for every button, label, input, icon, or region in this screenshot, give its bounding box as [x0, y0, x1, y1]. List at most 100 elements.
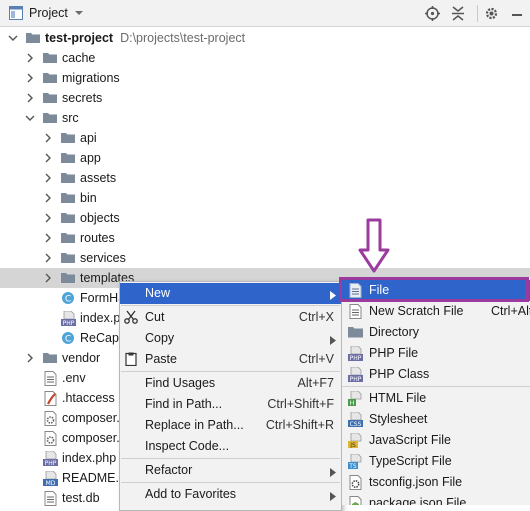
folder-icon: [61, 131, 75, 145]
chevron-right-icon[interactable]: [42, 152, 54, 164]
menu-item-find-usages[interactable]: Find Usages Alt+F7: [120, 373, 341, 394]
chevron-right-icon[interactable]: [24, 92, 36, 104]
folder-icon: [61, 151, 75, 165]
php-class-icon: PHP: [348, 366, 363, 383]
menu-item-label: Find in Path...: [145, 397, 223, 411]
menu-item-shortcut: Ctrl+Shift+R: [265, 418, 334, 432]
tree-item-label: migrations: [62, 71, 120, 85]
project-view-title[interactable]: Project: [29, 6, 68, 20]
menu-item-label: Replace in Path...: [145, 418, 244, 432]
tree-item-label: assets: [80, 171, 117, 185]
collapse-all-icon[interactable]: [451, 6, 465, 24]
tree-item-secrets[interactable]: secrets: [0, 88, 530, 108]
tree-item-bin[interactable]: bin: [0, 188, 530, 208]
menu-item-new[interactable]: New: [120, 283, 341, 304]
project-view-icon[interactable]: [9, 6, 23, 23]
menu-item-add-to-favorites[interactable]: Add to Favorites: [120, 484, 341, 505]
scratch-file-icon: [348, 304, 363, 319]
tree-item-services[interactable]: services: [0, 248, 530, 268]
chevron-right-icon[interactable]: [42, 172, 54, 184]
chevron-right-icon[interactable]: [42, 192, 54, 204]
chevron-right-icon[interactable]: [42, 252, 54, 264]
menu-item-label: Paste: [145, 352, 177, 366]
menu-item-shortcut: Alt+F7: [297, 376, 334, 390]
submenu-item-tsconfig-file[interactable]: tsconfig.json File: [342, 472, 530, 493]
submenu-item-typescript-file[interactable]: TS TypeScript File: [342, 451, 530, 472]
chevron-right-icon[interactable]: [42, 272, 54, 284]
chevron-down-icon[interactable]: [24, 112, 36, 124]
tree-item-app[interactable]: app: [0, 148, 530, 168]
tree-item-label: bin: [80, 191, 97, 205]
chevron-right-icon[interactable]: [24, 72, 36, 84]
tree-item-label: api: [80, 131, 97, 145]
menu-item-paste[interactable]: Paste Ctrl+V: [120, 349, 341, 370]
menu-item-copy[interactable]: Copy: [120, 328, 341, 349]
menu-item-inspect-code[interactable]: Inspect Code...: [120, 436, 341, 457]
submenu-item-javascript-file[interactable]: JS JavaScript File: [342, 430, 530, 451]
menu-item-label: New: [145, 286, 171, 300]
tree-item-label: ReCapt: [80, 331, 123, 345]
menu-item-refactor[interactable]: Refactor: [120, 460, 341, 481]
svg-text:PHP: PHP: [63, 320, 75, 326]
tree-item-label: secrets: [62, 91, 103, 105]
chevron-right-icon[interactable]: [42, 212, 54, 224]
submenu-item-shortcut: Ctrl+Alt: [491, 304, 530, 318]
submenu-item-new-scratch-file[interactable]: New Scratch File Ctrl+Alt: [342, 301, 530, 322]
chevron-right-icon[interactable]: [24, 52, 36, 64]
vertical-separator: [477, 5, 479, 25]
menu-item-label: Copy: [145, 331, 175, 345]
submenu-arrow-icon: [330, 334, 336, 348]
submenu-item-directory[interactable]: Directory: [342, 322, 530, 343]
tree-item-assets[interactable]: assets: [0, 168, 530, 188]
tree-root-path: D:\projects\test-project: [120, 31, 246, 45]
php-file-icon: PHP: [43, 450, 58, 467]
submenu-item-label: package.json File: [369, 496, 467, 505]
menu-item-replace-in-path[interactable]: Replace in Path... Ctrl+Shift+R: [120, 415, 341, 436]
chevron-right-icon[interactable]: [42, 232, 54, 244]
folder-icon: [43, 351, 57, 365]
svg-text:C: C: [65, 335, 71, 345]
tree-item-label: routes: [80, 231, 115, 245]
submenu-item-label: Stylesheet: [369, 412, 428, 426]
tree-root[interactable]: test-project D:\projects\test-project: [0, 28, 530, 48]
tree-item-cache[interactable]: cache: [0, 48, 530, 68]
submenu-item-stylesheet[interactable]: CSS Stylesheet: [342, 409, 530, 430]
submenu-item-label: TypeScript File: [369, 454, 452, 468]
tree-item-routes[interactable]: routes: [0, 228, 530, 248]
tree-item-label: test.db: [62, 491, 100, 505]
package-json-file-icon: [348, 496, 363, 505]
svg-text:JS: JS: [349, 442, 356, 448]
submenu-item-package-json-file[interactable]: package.json File: [342, 493, 530, 505]
submenu-item-html-file[interactable]: H HTML File: [342, 388, 530, 409]
folder-icon: [61, 251, 75, 265]
file-icon: [348, 283, 363, 298]
chevron-down-icon[interactable]: [7, 32, 19, 44]
menu-item-label: Refactor: [145, 463, 193, 477]
chevron-right-icon[interactable]: [24, 352, 36, 364]
chevron-right-icon[interactable]: [42, 132, 54, 144]
scissors-icon: [124, 310, 138, 324]
tree-item-objects[interactable]: objects: [0, 208, 530, 228]
dropdown-icon[interactable]: [74, 7, 84, 21]
menu-separator: [121, 482, 340, 483]
php-file-icon: PHP: [61, 310, 76, 327]
menu-item-find-in-path[interactable]: Find in Path... Ctrl+Shift+F: [120, 394, 341, 415]
tree-item-label: app: [80, 151, 101, 165]
submenu-arrow-icon: [330, 490, 336, 504]
typescript-file-icon: TS: [348, 453, 363, 470]
gear-icon[interactable]: [484, 6, 499, 24]
submenu-item-label: JavaScript File: [369, 433, 451, 447]
tree-item-src[interactable]: src: [0, 108, 530, 128]
hide-icon[interactable]: [511, 6, 523, 24]
menu-separator: [121, 305, 340, 306]
submenu-item-php-class[interactable]: PHP PHP Class: [342, 364, 530, 385]
submenu-item-php-file[interactable]: PHP PHP File: [342, 343, 530, 364]
submenu-item-file[interactable]: File: [342, 280, 530, 301]
locate-icon[interactable]: [425, 6, 440, 24]
folder-icon: [26, 31, 40, 45]
menu-item-cut[interactable]: Cut Ctrl+X: [120, 307, 341, 328]
tree-item-api[interactable]: api: [0, 128, 530, 148]
tree-item-migrations[interactable]: migrations: [0, 68, 530, 88]
tree-item-label: .htaccess: [62, 391, 115, 405]
tree-item-label: .env: [62, 371, 86, 385]
